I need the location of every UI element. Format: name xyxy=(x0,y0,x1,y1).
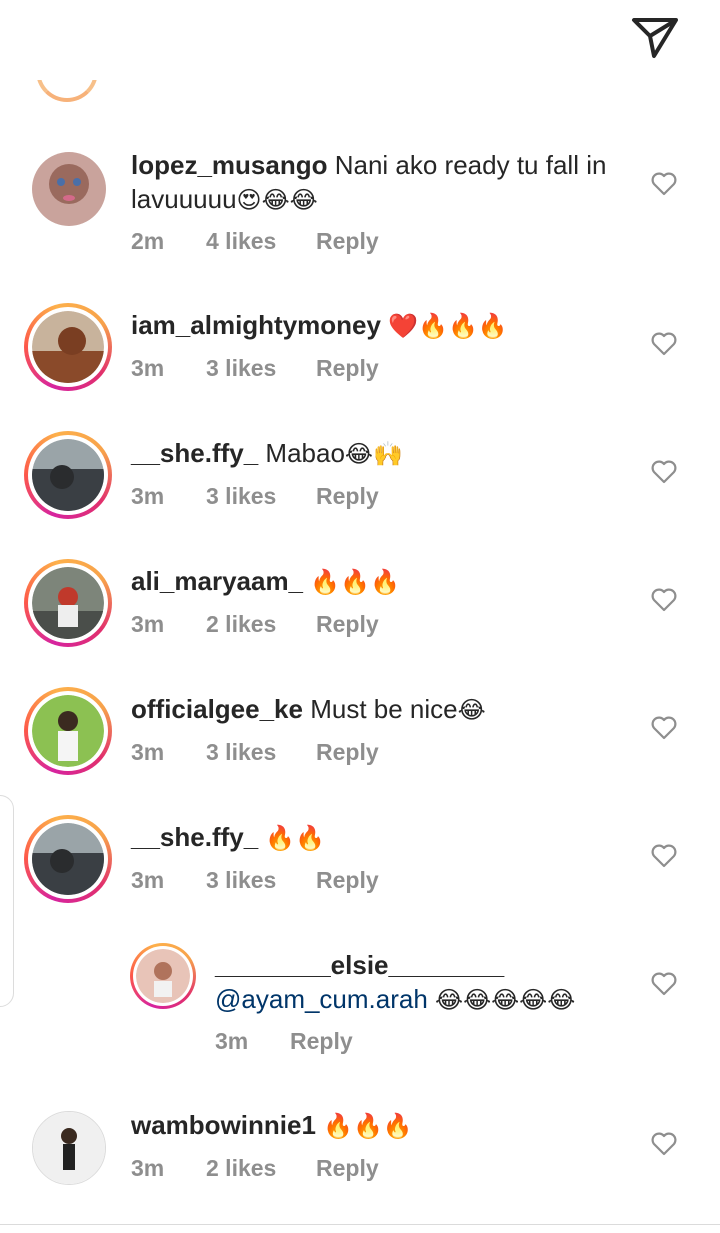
emoji: ❤️🔥🔥🔥 xyxy=(388,312,508,340)
heart-icon[interactable] xyxy=(651,172,677,196)
emoji: 😂😂😂😂😂 xyxy=(435,986,576,1014)
heart-icon[interactable] xyxy=(651,460,677,484)
likes-count[interactable]: 4 likes xyxy=(206,228,316,255)
heart-icon[interactable] xyxy=(651,844,677,868)
side-handle[interactable] xyxy=(0,795,14,1007)
emoji: 😂 xyxy=(457,696,486,724)
reply-button[interactable]: Reply xyxy=(316,483,379,510)
emoji: 🔥🔥🔥 xyxy=(310,568,400,596)
username[interactable]: wambowinnie1 xyxy=(131,1110,316,1140)
emoji: 🔥🔥 xyxy=(265,824,326,852)
avatar[interactable] xyxy=(24,431,112,519)
likes-count[interactable]: 2 likes xyxy=(206,1155,316,1182)
reply-button[interactable]: Reply xyxy=(316,739,379,766)
username[interactable]: ________elsie________ xyxy=(215,950,504,980)
username[interactable]: officialgee_ke xyxy=(131,694,303,724)
heart-icon[interactable] xyxy=(651,716,677,740)
comment-time: 3m xyxy=(131,739,165,765)
likes-count[interactable]: 3 likes xyxy=(206,355,316,382)
partial-avatar xyxy=(36,80,98,102)
username[interactable]: lopez_musango xyxy=(131,150,327,180)
comment-time: 3m xyxy=(131,1155,165,1181)
likes-count[interactable]: 2 likes xyxy=(206,611,316,638)
comment-body: Must be nice xyxy=(310,694,458,724)
username[interactable]: __she.ffy_ xyxy=(131,822,258,852)
divider xyxy=(0,1224,720,1225)
reply-button[interactable]: Reply xyxy=(290,1028,353,1055)
mention-link[interactable]: @ayam_cum.arah xyxy=(215,984,428,1014)
avatar[interactable] xyxy=(24,559,112,647)
comment-text: lopez_musango Nani ako ready tu fall in … xyxy=(131,148,621,217)
heart-icon[interactable] xyxy=(651,1132,677,1156)
avatar[interactable] xyxy=(24,815,112,903)
heart-icon[interactable] xyxy=(651,332,677,356)
comment-body: Mabao xyxy=(265,438,345,468)
comment-time: 3m xyxy=(131,483,165,509)
reply-button[interactable]: Reply xyxy=(316,1155,379,1182)
likes-count[interactable]: 3 likes xyxy=(206,867,316,894)
avatar[interactable] xyxy=(32,152,106,226)
likes-count[interactable]: 3 likes xyxy=(206,483,316,510)
emoji: 😍😂😂 xyxy=(236,186,318,214)
avatar[interactable] xyxy=(24,687,112,775)
avatar[interactable] xyxy=(24,303,112,391)
likes-count[interactable]: 3 likes xyxy=(206,739,316,766)
comment-time: 3m xyxy=(131,867,165,893)
comment-time: 3m xyxy=(131,611,165,637)
comment-time: 3m xyxy=(131,355,165,381)
heart-icon[interactable] xyxy=(651,972,677,996)
heart-icon[interactable] xyxy=(651,588,677,612)
avatar[interactable] xyxy=(32,1111,106,1185)
send-icon[interactable] xyxy=(630,16,680,60)
reply-button[interactable]: Reply xyxy=(316,867,379,894)
username[interactable]: ali_maryaam_ xyxy=(131,566,303,596)
comment-time: 3m xyxy=(215,1028,249,1054)
comment-time: 2m xyxy=(131,228,165,254)
username[interactable]: iam_almightymoney xyxy=(131,310,381,340)
avatar[interactable] xyxy=(130,943,196,1009)
username[interactable]: __she.ffy_ xyxy=(131,438,258,468)
reply-button[interactable]: Reply xyxy=(316,611,379,638)
reply-button[interactable]: Reply xyxy=(316,228,379,255)
reply-button[interactable]: Reply xyxy=(316,355,379,382)
emoji: 🔥🔥🔥 xyxy=(323,1112,413,1140)
emoji: 😂🙌 xyxy=(344,440,403,468)
